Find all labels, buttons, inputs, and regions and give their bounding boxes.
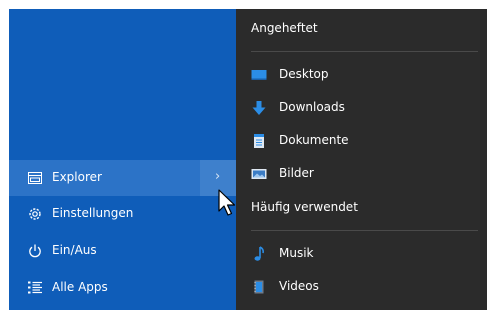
explorer-jump-list: Angeheftet Desktop Downloads Dokumente B… bbox=[236, 9, 487, 310]
gear-icon bbox=[27, 206, 43, 222]
frequent-divider bbox=[251, 230, 478, 231]
jump-item-label: Desktop bbox=[279, 67, 329, 81]
videos-icon bbox=[251, 279, 267, 295]
desktop-icon bbox=[251, 67, 267, 83]
chevron-right-icon: › bbox=[215, 169, 221, 184]
power-item[interactable]: Ein/Aus bbox=[9, 233, 236, 269]
power-label: Ein/Aus bbox=[52, 243, 97, 257]
jump-item-videos[interactable]: Videos bbox=[236, 271, 487, 303]
all-apps-item[interactable]: Alle Apps bbox=[9, 270, 236, 306]
jump-item-label: Musik bbox=[279, 246, 314, 260]
power-icon bbox=[27, 243, 43, 259]
jump-item-downloads[interactable]: Downloads bbox=[236, 92, 487, 124]
jump-item-documents[interactable]: Dokumente bbox=[236, 125, 487, 157]
jump-item-pictures[interactable]: Bilder bbox=[236, 158, 487, 190]
settings-label: Einstellungen bbox=[52, 206, 134, 220]
jump-item-desktop[interactable]: Desktop bbox=[236, 59, 487, 91]
jump-item-label: Bilder bbox=[279, 166, 314, 180]
pinned-heading: Angeheftet bbox=[251, 21, 318, 35]
download-arrow-icon bbox=[251, 100, 267, 116]
all-apps-label: Alle Apps bbox=[52, 280, 108, 294]
explorer-item[interactable]: Explorer › bbox=[9, 160, 236, 196]
frequent-heading: Häufig verwendet bbox=[251, 200, 358, 214]
start-menu: Explorer › Einstellungen Ein/Aus Alle Ap… bbox=[9, 9, 487, 310]
pinned-divider bbox=[251, 51, 478, 52]
mouse-cursor-icon bbox=[218, 189, 236, 216]
file-explorer-icon bbox=[27, 170, 43, 186]
settings-item[interactable]: Einstellungen bbox=[9, 196, 236, 232]
music-note-icon bbox=[251, 246, 267, 262]
pictures-icon bbox=[251, 166, 267, 182]
list-icon bbox=[27, 280, 43, 296]
documents-icon bbox=[251, 133, 267, 149]
jump-item-label: Downloads bbox=[279, 100, 345, 114]
jump-item-music[interactable]: Musik bbox=[236, 238, 487, 270]
jump-item-label: Videos bbox=[279, 279, 319, 293]
explorer-label: Explorer bbox=[52, 170, 102, 184]
jump-item-label: Dokumente bbox=[279, 133, 349, 147]
start-menu-left-column: Explorer › Einstellungen Ein/Aus Alle Ap… bbox=[9, 9, 236, 310]
